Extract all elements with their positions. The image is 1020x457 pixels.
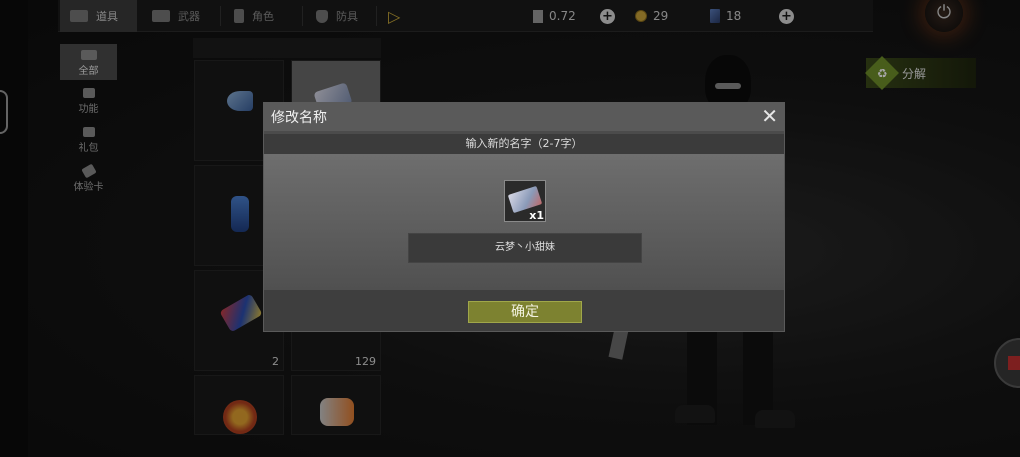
confirm-button[interactable]: 确定 [468, 301, 582, 323]
dialog-footer: 确定 [264, 290, 784, 331]
rename-dialog: 修改名称 ✕ 输入新的名字（2-7字） x1 云梦丶小甜妹 确定 [263, 102, 785, 332]
dialog-subtitle: 输入新的名字（2-7字） [264, 134, 784, 154]
dialog-body: x1 云梦丶小甜妹 [264, 154, 784, 290]
close-icon[interactable]: ✕ [761, 105, 778, 127]
rename-card-item: x1 [504, 180, 546, 222]
name-input[interactable]: 云梦丶小甜妹 [408, 233, 642, 263]
dialog-title: 修改名称 [264, 103, 784, 131]
item-count: x1 [529, 209, 544, 222]
dialog-title-text: 修改名称 [271, 110, 327, 126]
